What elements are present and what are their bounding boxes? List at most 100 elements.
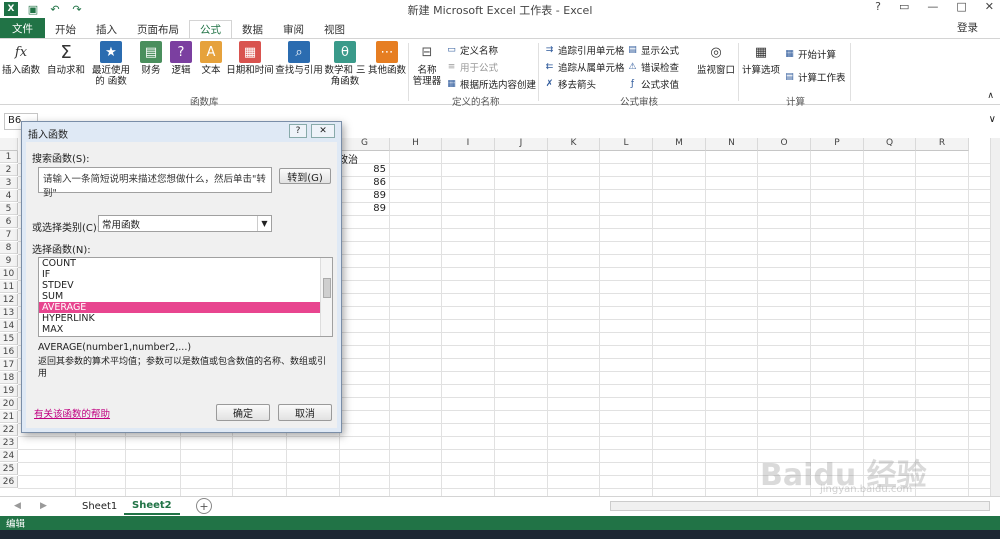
- row-header[interactable]: 3: [0, 177, 18, 189]
- more-functions-button[interactable]: ⋯ 其他函数: [368, 41, 406, 76]
- logical-button[interactable]: ? 逻辑: [168, 41, 194, 76]
- add-sheet-icon[interactable]: +: [196, 498, 212, 514]
- minimize-button[interactable]: —: [927, 0, 938, 13]
- lookup-reference-button[interactable]: ⌕ 查找与引用: [274, 41, 324, 76]
- column-header[interactable]: K: [548, 138, 600, 151]
- scroll-thumb[interactable]: [323, 278, 331, 298]
- column-header[interactable]: H: [390, 138, 442, 151]
- row-header[interactable]: 8: [0, 242, 18, 254]
- collapse-ribbon-icon[interactable]: ∧: [987, 91, 994, 101]
- column-header[interactable]: L: [600, 138, 653, 151]
- undo-icon[interactable]: ↶: [48, 2, 62, 16]
- list-item[interactable]: SUM: [39, 291, 332, 302]
- row-header[interactable]: 1: [0, 151, 18, 163]
- tab-view[interactable]: 视图: [314, 20, 355, 38]
- name-manager-button[interactable]: ⊟ 名称 管理器: [412, 41, 442, 88]
- sheet-tab-sheet1[interactable]: Sheet1: [74, 497, 125, 515]
- login-link[interactable]: 登录: [957, 20, 978, 35]
- show-formulas-button[interactable]: ▤ 显示公式: [627, 43, 679, 57]
- date-time-button[interactable]: ▦ 日期和时间: [226, 41, 274, 76]
- close-button[interactable]: ✕: [985, 0, 994, 13]
- list-item[interactable]: STDEV: [39, 280, 332, 291]
- list-item[interactable]: COUNT: [39, 258, 332, 269]
- cell-value[interactable]: 89: [336, 203, 386, 214]
- row-header[interactable]: 15: [0, 333, 18, 345]
- row-header[interactable]: 7: [0, 229, 18, 241]
- ribbon-display-icon[interactable]: ▭: [899, 0, 909, 13]
- ok-button[interactable]: 确定: [216, 404, 270, 421]
- recent-functions-button[interactable]: ★ 最近使用的 函数: [88, 41, 134, 87]
- chevron-down-icon[interactable]: ▼: [257, 216, 271, 231]
- math-trig-button[interactable]: θ 数学和 三角函数: [322, 41, 368, 87]
- redo-icon[interactable]: ↷: [70, 2, 84, 16]
- dialog-help-icon[interactable]: ?: [289, 124, 307, 138]
- function-list[interactable]: COUNT IF STDEV SUM AVERAGE HYPERLINK MAX: [38, 257, 333, 337]
- row-header[interactable]: 25: [0, 463, 18, 475]
- next-sheet-icon[interactable]: ▶: [40, 501, 47, 511]
- text-button[interactable]: A 文本: [198, 41, 224, 76]
- evaluate-formula-button[interactable]: ƒ 公式求值: [627, 77, 679, 91]
- cell-value[interactable]: 89: [336, 190, 386, 201]
- tab-file[interactable]: 文件: [0, 18, 45, 38]
- remove-arrows-button[interactable]: ✗ 移去箭头: [544, 77, 596, 91]
- row-header[interactable]: 22: [0, 424, 18, 436]
- row-header[interactable]: 4: [0, 190, 18, 202]
- sheet-tab-sheet2[interactable]: Sheet2: [124, 497, 180, 515]
- column-header[interactable]: I: [442, 138, 495, 151]
- help-button[interactable]: ?: [875, 0, 881, 13]
- save-icon[interactable]: ▣: [26, 2, 40, 16]
- row-header[interactable]: 16: [0, 346, 18, 358]
- calc-options-button[interactable]: ▦ 计算选项: [742, 41, 780, 77]
- row-header[interactable]: 18: [0, 372, 18, 384]
- row-header[interactable]: 11: [0, 281, 18, 293]
- trace-precedents-button[interactable]: ⇉ 追踪引用单元格: [544, 43, 625, 57]
- column-header[interactable]: P: [811, 138, 864, 151]
- go-button[interactable]: 转到(G): [279, 168, 331, 184]
- row-header[interactable]: 24: [0, 450, 18, 462]
- tab-formulas[interactable]: 公式: [189, 20, 232, 38]
- list-item[interactable]: MAX: [39, 324, 332, 335]
- row-header[interactable]: 6: [0, 216, 18, 228]
- row-header[interactable]: 12: [0, 294, 18, 306]
- use-in-formula-button[interactable]: ≡ 用于公式: [446, 60, 498, 74]
- tab-home[interactable]: 开始: [45, 20, 86, 38]
- calc-sheet-button[interactable]: ▤ 计算工作表: [784, 70, 845, 84]
- cell-value[interactable]: 86: [336, 177, 386, 188]
- list-scrollbar[interactable]: [320, 258, 332, 336]
- create-from-selection-button[interactable]: ▦ 根据所选内容创建: [446, 77, 536, 91]
- category-select[interactable]: 常用函数 ▼: [98, 215, 272, 232]
- cell-value[interactable]: 85: [336, 164, 386, 175]
- list-item[interactable]: IF: [39, 269, 332, 280]
- select-all-corner[interactable]: [0, 138, 18, 151]
- row-header[interactable]: 14: [0, 320, 18, 332]
- row-header[interactable]: 2: [0, 164, 18, 176]
- watch-window-button[interactable]: ◎ 监视窗口: [696, 41, 736, 77]
- help-on-function-link[interactable]: 有关该函数的帮助: [34, 406, 110, 420]
- define-name-button[interactable]: ▭ 定义名称: [446, 43, 498, 57]
- calc-now-button[interactable]: ▦ 开始计算: [784, 47, 836, 61]
- list-item[interactable]: HYPERLINK: [39, 313, 332, 324]
- column-header[interactable]: R: [916, 138, 969, 151]
- column-header[interactable]: Q: [864, 138, 916, 151]
- row-header[interactable]: 26: [0, 476, 18, 488]
- maximize-button[interactable]: □: [956, 0, 966, 13]
- column-header[interactable]: M: [653, 138, 706, 151]
- row-header[interactable]: 5: [0, 203, 18, 215]
- row-header[interactable]: 19: [0, 385, 18, 397]
- autosum-button[interactable]: Σ 自动求和: [46, 41, 86, 76]
- tab-page-layout[interactable]: 页面布局: [127, 20, 189, 38]
- row-header[interactable]: 9: [0, 255, 18, 267]
- column-header[interactable]: N: [706, 138, 758, 151]
- row-header[interactable]: 10: [0, 268, 18, 280]
- row-header[interactable]: 20: [0, 398, 18, 410]
- tab-review[interactable]: 审阅: [273, 20, 314, 38]
- dialog-close-icon[interactable]: ✕: [311, 124, 335, 138]
- column-header[interactable]: G: [340, 138, 390, 151]
- row-header[interactable]: 13: [0, 307, 18, 319]
- search-function-input[interactable]: 请输入一条简短说明来描述您想做什么，然后单击"转到": [38, 167, 272, 199]
- trace-dependents-button[interactable]: ⇇ 追踪从属单元格: [544, 60, 625, 74]
- insert-function-button[interactable]: fx 插入函数: [2, 41, 40, 77]
- column-header[interactable]: J: [495, 138, 548, 151]
- tab-insert[interactable]: 插入: [86, 20, 127, 38]
- prev-sheet-icon[interactable]: ◀: [14, 501, 21, 511]
